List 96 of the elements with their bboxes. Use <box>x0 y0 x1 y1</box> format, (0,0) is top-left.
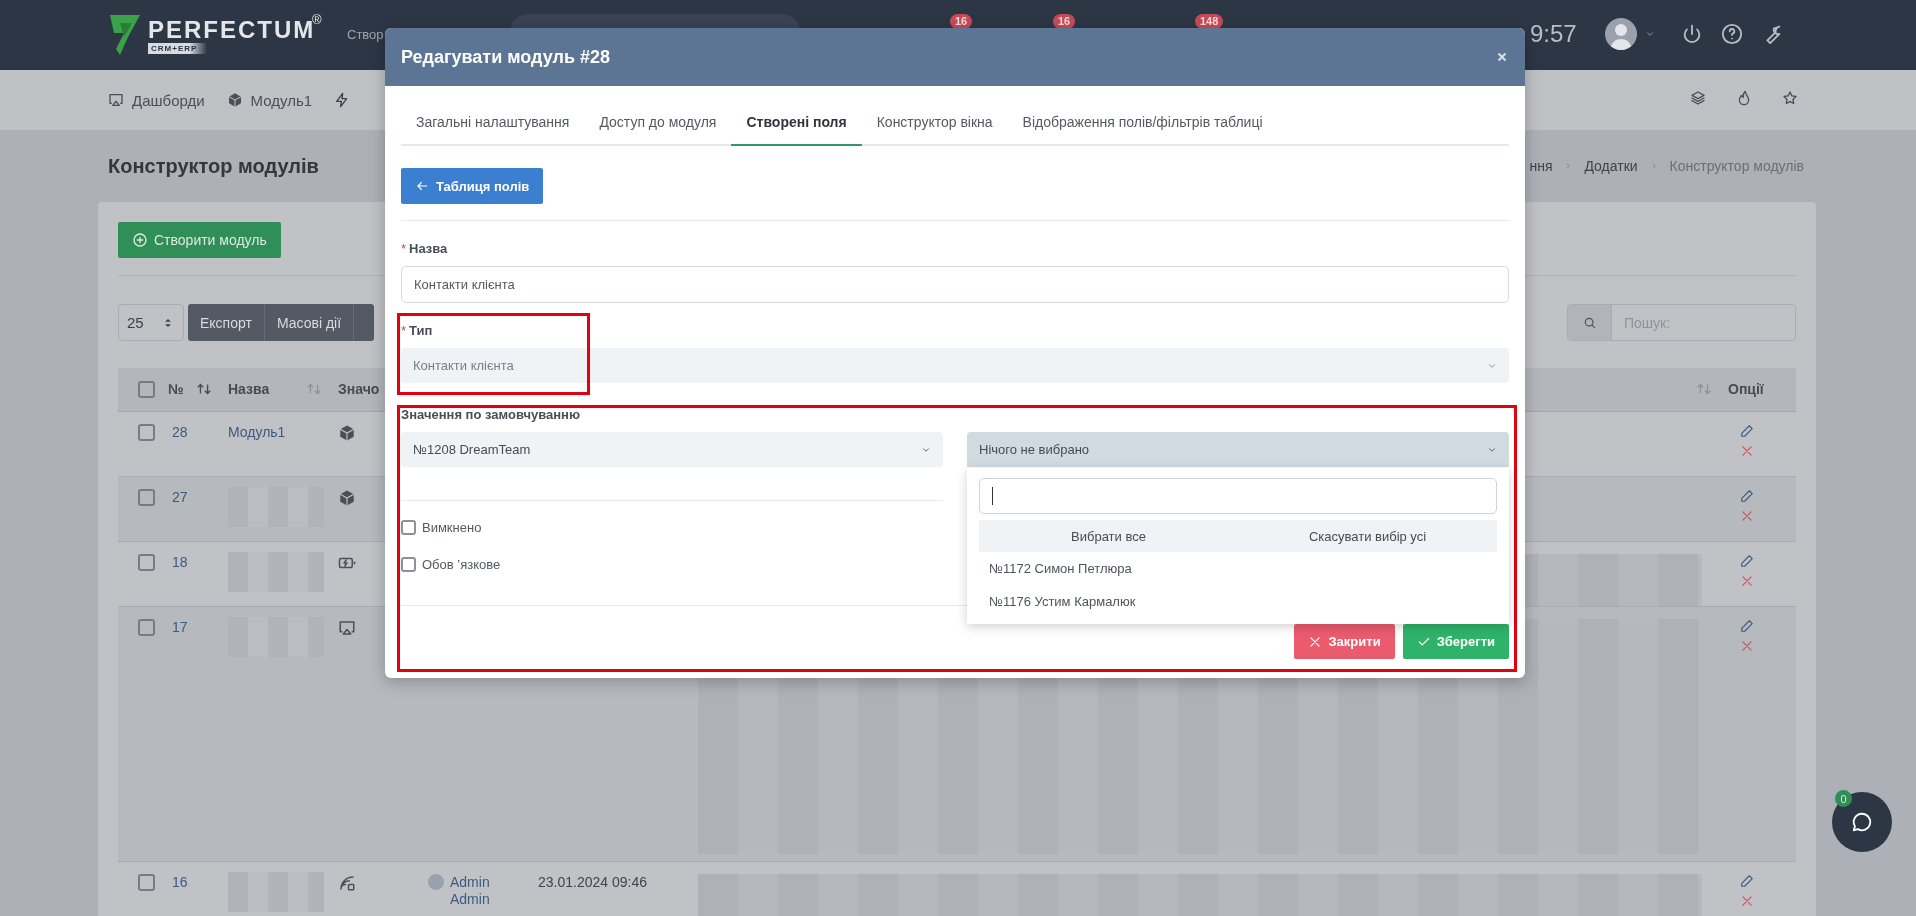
checkbox[interactable] <box>138 553 155 571</box>
back-button[interactable]: Таблиця полів <box>401 168 544 204</box>
sort-icon <box>1696 382 1712 397</box>
delete-icon[interactable] <box>1740 638 1754 653</box>
cube-icon <box>226 92 243 108</box>
delete-icon[interactable] <box>1740 893 1754 908</box>
nav-item[interactable]: Модуль1 <box>226 91 313 109</box>
select-field[interactable]: Контакти клієнта <box>401 348 1509 383</box>
logo-icon <box>108 13 142 57</box>
search-icon <box>1582 315 1597 330</box>
arrow-left-icon <box>415 179 429 193</box>
author-name[interactable]: Admin <box>450 890 490 908</box>
sort-icon <box>196 382 212 397</box>
row-number-link[interactable]: 17 <box>172 618 188 635</box>
tab[interactable]: Відображення полів/фільтрів таблиці <box>1007 100 1278 146</box>
checkbox-label[interactable]: Вимкнено <box>401 520 943 535</box>
modal-title: Редагувати модуль #28 <box>401 46 611 68</box>
edit-icon[interactable] <box>1740 488 1754 503</box>
page-size-select[interactable]: 25 <box>118 304 184 341</box>
multiselect-field[interactable]: Нічого не вибрано <box>967 432 1509 467</box>
field-label: Назва <box>409 241 448 256</box>
input-field[interactable]: Контакти клієнта <box>401 266 1509 303</box>
logo-subtitle: CRM+ERP <box>148 42 208 54</box>
breadcrumb-link[interactable]: ння <box>1529 158 1553 174</box>
field-label: Тип <box>409 323 433 338</box>
close-icon <box>1308 634 1323 649</box>
cube-icon <box>338 488 356 507</box>
column-header: Опції <box>1728 381 1764 398</box>
row-number-link[interactable]: 18 <box>172 553 188 570</box>
edit-icon[interactable] <box>1740 553 1754 568</box>
select-field[interactable]: №1208 DreamTeam <box>401 432 943 467</box>
tab[interactable]: Доступ до модуля <box>584 100 732 146</box>
required-mark: * <box>401 241 407 256</box>
screen-icon <box>108 92 124 108</box>
chevron-icon <box>1649 162 1658 170</box>
cube-icon <box>338 423 356 442</box>
screen-icon <box>338 618 356 637</box>
deselect-all-button[interactable]: Скасувати вибір усі <box>1238 520 1497 552</box>
edit-icon[interactable] <box>1740 423 1754 438</box>
author-name[interactable]: Admin <box>450 873 490 891</box>
text-cursor <box>992 487 993 505</box>
column-header[interactable]: Назва <box>228 381 270 398</box>
edit-icon[interactable] <box>1740 618 1754 633</box>
flame-icon[interactable] <box>1736 90 1752 106</box>
create-module-button[interactable]: Створити модуль <box>118 222 281 258</box>
sort-icon <box>306 382 322 397</box>
signal-icon <box>338 873 356 892</box>
required-mark: * <box>401 323 407 338</box>
select-all-button[interactable]: Вибрати все <box>979 520 1238 552</box>
tab[interactable]: Конструктор вікна <box>861 100 1008 146</box>
checkbox-label[interactable]: Обов ʼязкове <box>401 557 943 572</box>
chat-icon <box>1851 811 1873 833</box>
chevron-icon <box>1564 162 1573 170</box>
plus-circle-icon <box>132 232 148 248</box>
dropdown-option[interactable]: №1172 Симон Петлюра <box>979 552 1497 585</box>
close-button[interactable]: Закрити <box>1294 624 1395 659</box>
layers-icon[interactable] <box>1690 90 1706 106</box>
checkbox[interactable] <box>138 618 155 636</box>
column-header[interactable]: Значо <box>338 381 380 398</box>
module-name-link[interactable]: Модуль1 <box>228 423 286 440</box>
delete-icon[interactable] <box>1740 443 1754 458</box>
checkbox[interactable] <box>138 423 155 441</box>
row-number-link[interactable]: 27 <box>172 488 188 505</box>
page-title: Конструктор модулів <box>108 154 319 178</box>
power-icon[interactable] <box>1681 23 1703 45</box>
date-text: 23.01.2024 09:46 <box>538 873 647 890</box>
star-icon[interactable] <box>1782 90 1798 106</box>
nav-item[interactable]: Дашборди <box>108 91 205 109</box>
column-header[interactable]: № <box>168 381 184 398</box>
notification-badge: 0 <box>1835 790 1852 807</box>
breadcrumb-current: Конструктор модулів <box>1669 158 1804 174</box>
page-size-value: 25 <box>127 314 144 331</box>
save-button[interactable]: Зберегти <box>1402 624 1509 659</box>
search-field[interactable] <box>979 478 1497 514</box>
checkbox[interactable] <box>138 380 155 398</box>
row-number-link[interactable]: 16 <box>172 873 188 890</box>
breadcrumb-link[interactable]: Додатки <box>1584 158 1638 174</box>
tab[interactable]: Створені поля <box>731 100 862 146</box>
help-icon[interactable] <box>1721 23 1743 45</box>
chat-button[interactable] <box>1832 792 1892 852</box>
avatar[interactable] <box>1605 18 1637 50</box>
toolbar-button[interactable]: Експорт <box>188 304 265 341</box>
field-label: Значення по замовчуванню <box>401 407 581 422</box>
tab[interactable]: Загальні налаштування <box>401 100 585 146</box>
delete-icon[interactable] <box>1740 508 1754 523</box>
avatar <box>428 873 444 890</box>
dropdown-option[interactable]: №1176 Устим Кармалюк <box>979 585 1497 618</box>
edit-icon[interactable] <box>1740 873 1754 888</box>
checkbox[interactable] <box>138 488 155 506</box>
chevron-icon <box>1645 29 1655 39</box>
checkbox[interactable] <box>138 873 155 891</box>
clock-time: 9:57 <box>1530 20 1577 48</box>
row-number-link[interactable]: 28 <box>172 423 188 440</box>
menu-item[interactable]: Створ <box>347 27 384 42</box>
delete-icon[interactable] <box>1740 573 1754 588</box>
toolbar-button[interactable]: Масові дії <box>264 304 355 341</box>
